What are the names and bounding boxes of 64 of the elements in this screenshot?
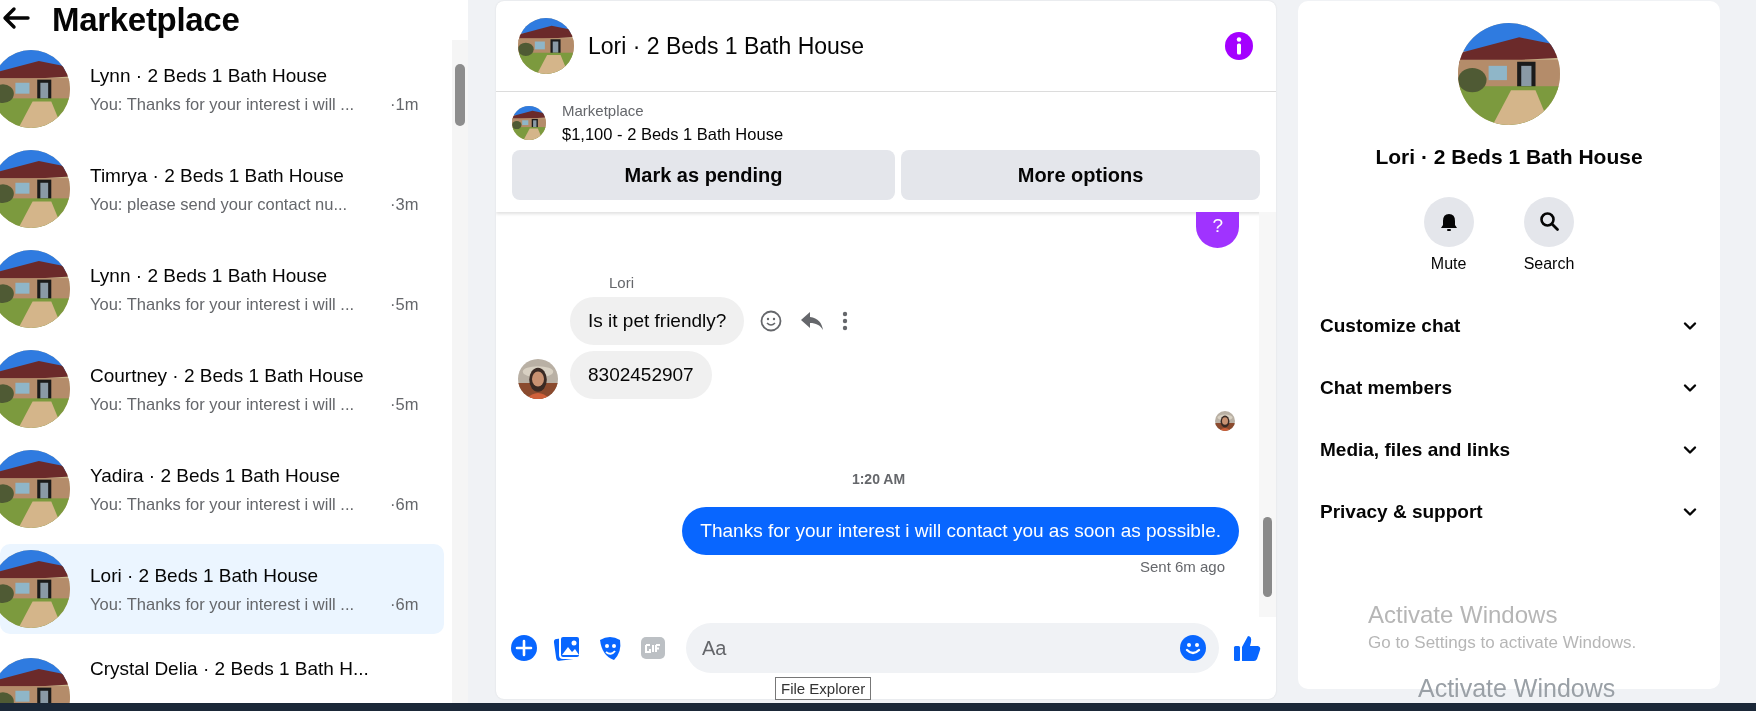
timestamp: 1:20 AM (851, 471, 906, 487)
message-bubble: ? (1196, 212, 1239, 248)
delivery-status: Sent 6m ago (1139, 558, 1225, 575)
conversation-item[interactable]: Timrya · 2 Beds 1 Bath House You: please send your contact nu... ·3m (0, 144, 444, 234)
timestamp: ·6m (390, 494, 419, 514)
section-header[interactable]: Media, files and links (1320, 419, 1698, 481)
sender-name: Lori (609, 274, 634, 291)
conversation-name: Courtney · 2 Beds 1 Bath House (90, 364, 365, 387)
search-button[interactable] (1524, 197, 1574, 247)
conversation-name: Lynn · 2 Beds 1 Bath House (90, 264, 328, 287)
section-header[interactable]: Customize chat (1320, 295, 1698, 357)
chat-title: Lori · 2 Beds 1 Bath House (588, 32, 866, 60)
tooltip: File Explorer (775, 677, 872, 700)
conversation-item[interactable]: Lynn · 2 Beds 1 Bath House You: Thanks for your interest i will ... ·1m (0, 44, 444, 134)
message-preview: You: please send your contact nu... (90, 194, 349, 214)
timestamp: ·5m (390, 394, 419, 414)
listing-title: $1,100 - 2 Beds 1 Bath House (562, 125, 784, 144)
button-label: Mute (1430, 255, 1467, 273)
action-button[interactable]: More options (901, 150, 1260, 200)
mute-button[interactable] (1423, 197, 1474, 247)
more-icon[interactable] (842, 311, 849, 331)
message-bubble: Is it pet friendly? (570, 297, 745, 345)
conversation-name: Lynn · 2 Beds 1 Bath House (90, 64, 328, 87)
conversation-name: Timrya · 2 Beds 1 Bath House (90, 164, 345, 187)
message-bubble: 8302452907 (570, 351, 712, 399)
conversation-item[interactable]: Courtney · 2 Beds 1 Bath House You: Thanks for your interest i will ... ·5m (0, 344, 444, 434)
conversation-name: Yadira · 2 Beds 1 Bath House (90, 464, 341, 487)
message-field[interactable]: Aa (686, 623, 1219, 673)
message-preview: You: Thanks for your interest i will ... (90, 94, 356, 114)
conversation-name: Lori · 2 Beds 1 Bath House (90, 564, 320, 587)
activation-notice-text: Go to Settings to activate Windows. (1368, 633, 1637, 653)
button-label: Search (1523, 255, 1575, 273)
conversation-item[interactable]: Lynn · 2 Beds 1 Bath House You: Thanks for your interest i will ... ·5m (0, 244, 444, 334)
message-preview: You: Thanks for your interest i will ... (90, 494, 356, 514)
message-preview: You: Thanks for your interest i will ... (90, 394, 356, 414)
plus-icon[interactable] (510, 634, 538, 662)
page-title: Marketplace (52, 1, 240, 39)
search-icon (1538, 211, 1560, 233)
activation-notice-title: Activate Windows (1418, 674, 1616, 703)
message-preview: You: Thanks for your interest i will ... (90, 294, 356, 314)
conversation-name: Crystal Delia · 2 Beds 1 Bath H... (90, 658, 369, 680)
scrollbar[interactable] (452, 40, 468, 703)
image-icon[interactable] (553, 634, 581, 662)
action-button[interactable]: Mark as pending (512, 150, 895, 200)
activation-notice-title: Activate Windows (1368, 601, 1559, 629)
emoji-icon[interactable] (1179, 634, 1207, 662)
timestamp: ·5m (390, 294, 419, 314)
listing-label: Marketplace (562, 102, 645, 119)
profile-name: Lori · 2 Beds 1 Bath House (1375, 145, 1643, 169)
section-header[interactable]: Privacy & support (1320, 481, 1698, 543)
section-header[interactable]: Chat members (1320, 357, 1698, 419)
back-arrow-icon[interactable] (2, 6, 30, 30)
timestamp: ·6m (390, 594, 419, 614)
message-preview: You: Thanks for your interest i will ... (90, 594, 356, 614)
conversation-item[interactable]: Lori · 2 Beds 1 Bath House You: Thanks for your interest i will ... ·6m (0, 544, 444, 634)
info-icon[interactable] (1224, 31, 1254, 61)
conversation-item[interactable]: Yadira · 2 Beds 1 Bath House You: Thanks for your interest i will ... ·6m (0, 444, 444, 534)
message-bubble: Thanks for your interest i will contact you as soon as possible. (682, 507, 1239, 555)
scrollbar[interactable] (1259, 212, 1276, 617)
timestamp: ·1m (390, 94, 419, 114)
emoji-icon[interactable] (760, 310, 783, 332)
timestamp: ·3m (390, 194, 419, 214)
reply-icon[interactable] (800, 311, 825, 331)
thumbs-up-icon[interactable] (1232, 633, 1262, 663)
